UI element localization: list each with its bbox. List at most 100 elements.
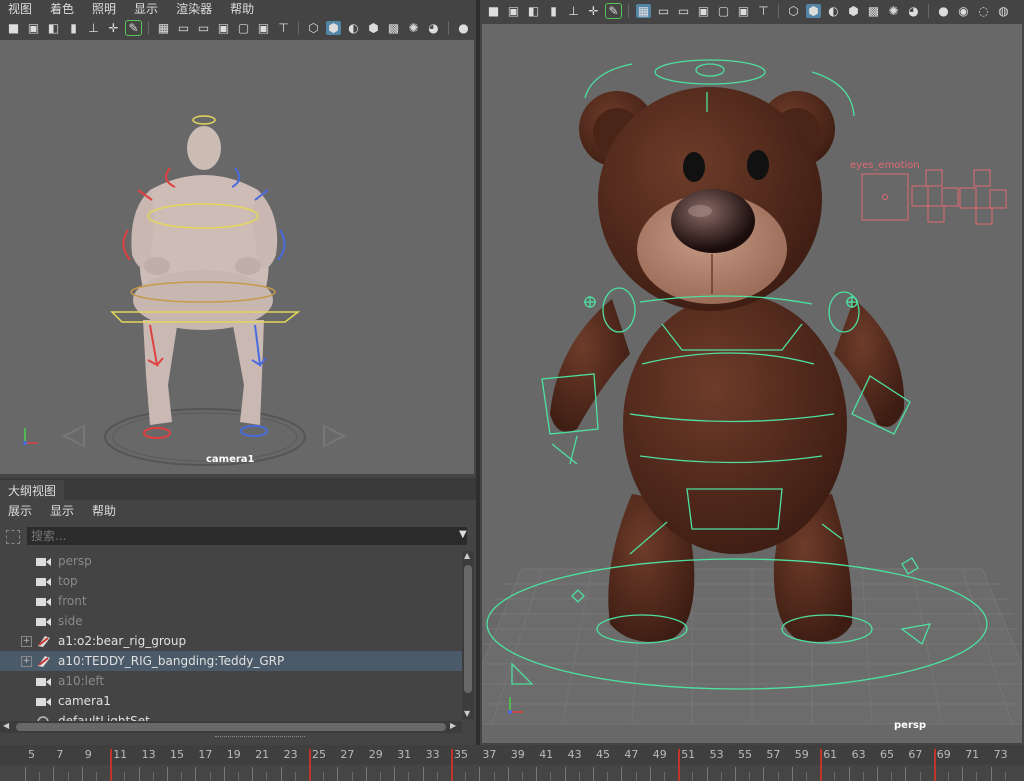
film-gate-icon[interactable]: ▭ — [176, 21, 191, 35]
left-panel: 视图 着色 照明 显示 渲染器 帮助 ■ ▣ ◧ ▮ ⊥ ✛ ✎ ▦ ▭ ▭ ▣… — [0, 0, 476, 476]
bookmark-camera-icon[interactable]: ◧ — [46, 21, 61, 35]
timeline-tick-label: 7 — [56, 748, 64, 761]
gate-mask-icon[interactable]: ▣ — [696, 4, 711, 18]
outliner-menu-show[interactable]: 显示 — [50, 502, 74, 519]
safe-action-icon[interactable]: ▣ — [256, 21, 271, 35]
pencil-icon[interactable]: ✎ — [605, 3, 622, 19]
left-viewport[interactable]: camera1 — [0, 40, 474, 474]
textured-icon[interactable]: ▩ — [866, 4, 881, 18]
wireframe-icon[interactable]: ⬡ — [786, 4, 801, 18]
lights-icon[interactable]: ✺ — [406, 21, 421, 35]
outliner-menu-display[interactable]: 展示 — [8, 502, 32, 519]
safe-action-icon[interactable]: ▣ — [736, 4, 751, 18]
resolution-gate-icon[interactable]: ▭ — [676, 4, 691, 18]
safe-title-icon[interactable]: ⊤ — [756, 4, 771, 18]
outliner-vscrollbar[interactable]: ▲ ▼ — [462, 551, 474, 719]
expand-plus-icon[interactable]: + — [21, 656, 32, 667]
scroll-left-icon[interactable]: ◀ — [3, 721, 9, 730]
field-chart-icon[interactable]: ▢ — [716, 4, 731, 18]
scroll-up-icon[interactable]: ▲ — [464, 551, 470, 560]
timeline-tick-label: 17 — [198, 748, 213, 761]
timeline-subtick — [720, 772, 722, 781]
image-plane-icon[interactable]: ⊥ — [86, 21, 101, 35]
camera-attr-icon[interactable]: ▣ — [506, 4, 521, 18]
shadows-icon[interactable]: ◕ — [906, 4, 921, 18]
left-camera-label: camera1 — [206, 454, 255, 465]
safe-title-icon[interactable]: ⊤ — [276, 21, 291, 35]
outliner-search-input[interactable] — [27, 527, 467, 545]
outliner-row[interactable]: side — [0, 611, 462, 631]
antialias-icon[interactable]: ◍ — [996, 4, 1011, 18]
pencil-icon[interactable]: ✎ — [125, 20, 142, 36]
outliner-item-label: a10:left — [58, 674, 105, 688]
smooth-shade-icon[interactable]: ⬢ — [326, 21, 341, 35]
timeline[interactable]: 5 7 9 11 13 15 17 19 21 23 25 27 29 31 33 35 37 39 41 43 45 4… — [0, 745, 1024, 781]
panel-resize-handle[interactable] — [215, 736, 305, 740]
right-viewport[interactable]: eyes_emotion persp — [482, 24, 1022, 743]
outliner-row[interactable]: top — [0, 571, 462, 591]
pivot-icon[interactable]: ✛ — [586, 4, 601, 18]
timeline-subtick — [152, 772, 154, 781]
camera-attr-icon[interactable]: ▣ — [26, 21, 41, 35]
timeline-tick-label: 47 — [624, 748, 639, 761]
field-chart-icon[interactable]: ▢ — [236, 21, 251, 35]
film-gate-icon[interactable]: ▭ — [656, 4, 671, 18]
scroll-thumb[interactable] — [464, 565, 472, 693]
sumo-rig-svg — [23, 115, 347, 466]
timeline-tick — [252, 767, 254, 781]
outliner-row[interactable]: a10:left — [0, 671, 462, 691]
toolbar-divider — [628, 4, 629, 18]
grid-icon[interactable]: ▦ — [156, 21, 171, 35]
pivot-icon[interactable]: ✛ — [106, 21, 121, 35]
menu-view[interactable]: 视图 — [8, 0, 32, 17]
smooth-shade-icon[interactable]: ⬢ — [806, 4, 821, 18]
expand-all-icon[interactable] — [6, 530, 20, 544]
scroll-right-icon[interactable]: ▶ — [450, 721, 456, 730]
camera-icon[interactable]: ■ — [486, 4, 501, 18]
timeline-tick-label: 25 — [312, 748, 326, 761]
wireframe-icon[interactable]: ⬡ — [306, 21, 321, 35]
outliner-row[interactable]: defaultLightSet — [0, 711, 462, 721]
search-dropdown-icon[interactable]: ▼ — [459, 529, 467, 540]
wireframe-on-shaded-icon[interactable]: ⬢ — [846, 4, 861, 18]
menu-show[interactable]: 显示 — [134, 0, 158, 17]
image-plane-icon[interactable]: ⊥ — [566, 4, 581, 18]
menu-lighting[interactable]: 照明 — [92, 0, 116, 17]
floor-grid — [482, 568, 1022, 725]
xray-joints-icon[interactable]: ◉ — [956, 4, 971, 18]
ambient-occlusion-icon[interactable]: ◌ — [976, 4, 991, 18]
resolution-gate-icon[interactable]: ▭ — [196, 21, 211, 35]
outliner-row[interactable]: persp — [0, 551, 462, 571]
outliner-row[interactable]: camera1 — [0, 691, 462, 711]
menu-shading[interactable]: 着色 — [50, 0, 74, 17]
gate-mask-icon[interactable]: ▣ — [216, 21, 231, 35]
default-material-icon[interactable]: ◐ — [826, 4, 841, 18]
menu-renderer[interactable]: 渲染器 — [176, 0, 212, 17]
bookmark-icon[interactable]: ▮ — [546, 4, 561, 18]
wireframe-on-shaded-icon[interactable]: ⬢ — [366, 21, 381, 35]
textured-icon[interactable]: ▩ — [386, 21, 401, 35]
bookmark-camera-icon[interactable]: ◧ — [526, 4, 541, 18]
timeline-tick — [877, 767, 878, 781]
shadows-icon[interactable]: ◕ — [426, 21, 441, 35]
menu-help[interactable]: 帮助 — [230, 0, 254, 17]
bookmark-icon[interactable]: ▮ — [66, 21, 81, 35]
default-material-icon[interactable]: ◐ — [346, 21, 361, 35]
camera-icon[interactable]: ■ — [6, 21, 21, 35]
outliner-hscrollbar[interactable]: ◀ ▶ — [0, 721, 462, 733]
scroll-down-icon[interactable]: ▼ — [464, 709, 470, 718]
timeline-tick-label: 21 — [255, 748, 270, 761]
outliner-tab[interactable]: 大纲视图 — [0, 480, 65, 500]
isolate-icon[interactable]: ● — [456, 21, 471, 35]
lights-icon[interactable]: ✺ — [886, 4, 901, 18]
expand-plus-icon[interactable]: + — [21, 636, 32, 647]
hscroll-thumb[interactable] — [16, 723, 446, 731]
outliner-menu-help[interactable]: 帮助 — [92, 502, 116, 519]
xray-icon[interactable]: ● — [936, 4, 951, 18]
outliner-row[interactable]: + a10:TEDDY_RIG_bangding:Teddy_GRP — [0, 651, 462, 671]
grid-icon[interactable]: ▦ — [636, 4, 651, 18]
outliner-row[interactable]: + a1:o2:bear_rig_group — [0, 631, 462, 651]
panel-divider[interactable] — [476, 0, 480, 745]
outliner-row[interactable]: front — [0, 591, 462, 611]
